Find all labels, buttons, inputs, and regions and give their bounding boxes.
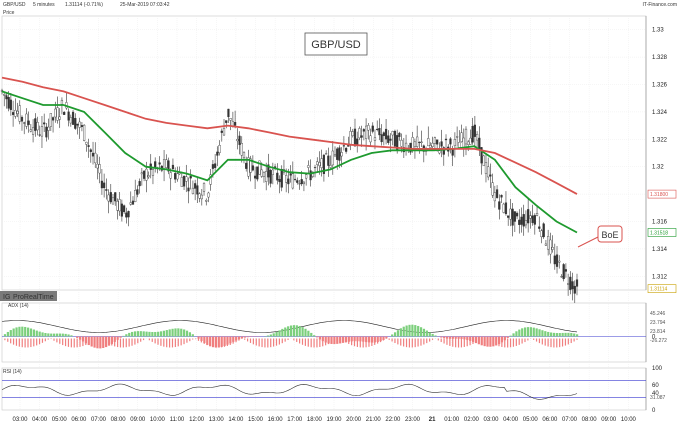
header-provider: IT-Finance.com	[643, 2, 677, 8]
watermark-text: ProRealTime	[13, 294, 54, 301]
chart-title: GBP/USD	[311, 39, 361, 51]
watermark-logo-icon: IG	[3, 294, 10, 301]
header-datetime: 25-Mar-2019 07:03:42	[120, 2, 170, 8]
chart-window: 03:00 04:00 05:00 06:00 07:00 08:00 09:00 10:00…	[0, 0, 680, 425]
boe-callout-pointer	[577, 236, 599, 248]
header-timeframe: 5 minutes	[33, 2, 55, 8]
rsi-label: RSI (14)	[3, 369, 22, 375]
legend-price: Price	[3, 10, 15, 16]
header-last: 1.31114 (-0.71%)	[65, 2, 103, 8]
header-symbol: GBP/USD	[3, 2, 26, 8]
header-layer: GBP/USD 5 minutes 1.31114 (-0.71%) 25-Ma…	[0, 2, 677, 375]
macd-label: ADX (14)	[8, 303, 29, 309]
boe-callout-label: BoE	[601, 230, 618, 240]
